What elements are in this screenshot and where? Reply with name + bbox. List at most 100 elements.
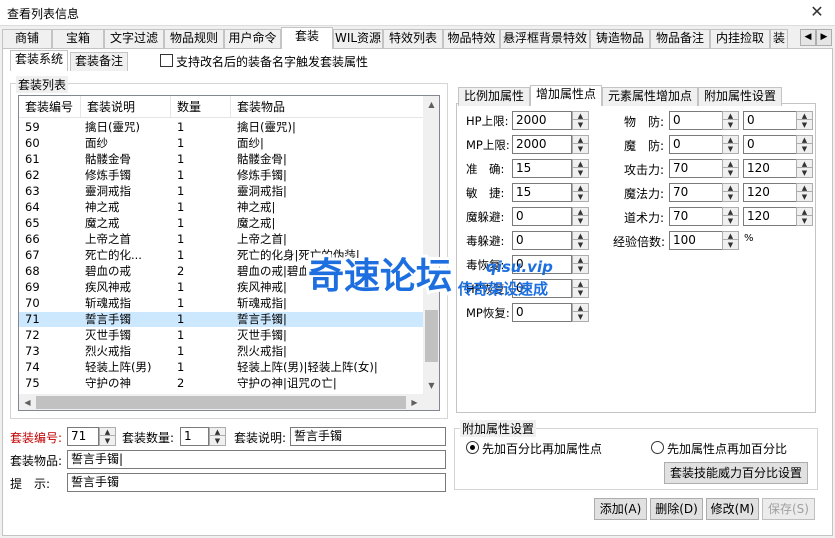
scroll-thumb[interactable] xyxy=(425,310,438,363)
attr-input[interactable]: 2000 xyxy=(512,135,572,154)
table-row[interactable]: 63 靈洞戒指 1 靈洞戒指| xyxy=(19,184,423,199)
tab-scroll-left-icon[interactable]: ◀ xyxy=(800,29,816,46)
spin-down-icon[interactable]: ▼ xyxy=(573,289,588,297)
spin-down-icon[interactable]: ▼ xyxy=(797,121,812,129)
spinner[interactable]: ▲ ▼ xyxy=(572,255,589,274)
spin-up-icon[interactable]: ▲ xyxy=(210,428,225,436)
tab-2[interactable]: 文字过滤 xyxy=(104,29,164,48)
spin-up-icon[interactable]: ▲ xyxy=(573,160,588,168)
attr-min-input[interactable]: 70 xyxy=(669,207,723,226)
column-header-id[interactable]: 套装编号 xyxy=(19,96,81,118)
close-icon[interactable]: ✕ xyxy=(805,1,829,23)
spinner[interactable]: ▲ ▼ xyxy=(722,111,739,130)
spinner[interactable]: ▲ ▼ xyxy=(722,183,739,202)
radio-percent-first[interactable] xyxy=(466,441,479,454)
tab-8[interactable]: 物品特效 xyxy=(443,29,500,48)
table-row[interactable]: 73 烈火戒指 1 烈火戒指| xyxy=(19,344,423,359)
subtab-suit-note[interactable]: 套装备注 xyxy=(70,52,128,71)
spinner[interactable]: ▲ ▼ xyxy=(572,111,589,130)
spinner[interactable]: ▲ ▼ xyxy=(572,183,589,202)
spin-up-icon[interactable]: ▲ xyxy=(573,280,588,288)
table-row[interactable]: 68 碧血の戒 2 碧血の戒|碧血の... xyxy=(19,264,423,279)
spin-down-icon[interactable]: ▼ xyxy=(210,437,225,445)
table-row[interactable]: 69 疾风神戒 1 疾风神戒| xyxy=(19,280,423,295)
spin-up-icon[interactable]: ▲ xyxy=(723,160,738,168)
tab-1[interactable]: 宝箱 xyxy=(52,29,104,48)
spin-up-icon[interactable]: ▲ xyxy=(573,208,588,216)
table-row[interactable]: 65 魔之戒 1 魔之戒| xyxy=(19,216,423,231)
suit-id-input[interactable]: 71 xyxy=(67,427,99,446)
spin-down-icon[interactable]: ▼ xyxy=(723,241,738,249)
table-row[interactable]: 70 斩魂戒指 1 斩魂戒指| xyxy=(19,296,423,311)
spin-down-icon[interactable]: ▼ xyxy=(797,145,812,153)
suit-desc-input[interactable]: 誓言手镯 xyxy=(290,427,446,446)
attr-min-input[interactable]: 70 xyxy=(669,183,723,202)
spin-up-icon[interactable]: ▲ xyxy=(797,112,812,120)
table-row[interactable]: 62 修炼手镯 1 修炼手镯| xyxy=(19,168,423,183)
spin-down-icon[interactable]: ▼ xyxy=(573,265,588,273)
spin-up-icon[interactable]: ▲ xyxy=(797,184,812,192)
spin-up-icon[interactable]: ▲ xyxy=(573,256,588,264)
suit-id-spinner[interactable]: ▲ ▼ xyxy=(99,427,116,446)
table-row[interactable]: 66 上帝之首 1 上帝之首| xyxy=(19,232,423,247)
spin-up-icon[interactable]: ▲ xyxy=(573,304,588,312)
tab-7[interactable]: 特效列表 xyxy=(383,29,443,48)
suit-items-input[interactable]: 誓言手镯| xyxy=(67,450,446,469)
table-row[interactable]: 74 轻装上阵(男) 1 轻装上阵(男)|轻装上阵(女)| xyxy=(19,360,423,375)
spin-up-icon[interactable]: ▲ xyxy=(100,428,115,436)
spin-down-icon[interactable]: ▼ xyxy=(723,145,738,153)
tab-13[interactable]: 装 xyxy=(770,29,788,48)
tab-9[interactable]: 悬浮框背景特效 xyxy=(500,29,590,48)
tab-12[interactable]: 内挂捡取 xyxy=(710,29,770,48)
exp-multiplier-input[interactable]: 100 xyxy=(669,231,723,250)
exp-multiplier-spinner[interactable]: ▲ ▼ xyxy=(722,231,739,250)
scroll-up-icon[interactable]: ▲ xyxy=(423,96,439,113)
spinner[interactable]: ▲ ▼ xyxy=(572,279,589,298)
attr-max-input[interactable]: 120 xyxy=(743,159,797,178)
tab-3[interactable]: 物品规则 xyxy=(164,29,224,48)
column-header-desc[interactable]: 套装说明 xyxy=(81,96,171,118)
attr-min-input[interactable]: 70 xyxy=(669,159,723,178)
attr-min-input[interactable]: 0 xyxy=(669,111,723,130)
suit-count-spinner[interactable]: ▲ ▼ xyxy=(209,427,226,446)
table-row[interactable]: 75 守护の神 2 守护の神|诅咒の亡| xyxy=(19,376,423,391)
spinner[interactable]: ▲ ▼ xyxy=(722,135,739,154)
spin-down-icon[interactable]: ▼ xyxy=(723,217,738,225)
spin-up-icon[interactable]: ▲ xyxy=(797,208,812,216)
spinner[interactable]: ▲ ▼ xyxy=(572,135,589,154)
spinner[interactable]: ▲ ▼ xyxy=(722,207,739,226)
table-row[interactable]: 72 灭世手镯 1 灭世手镯| xyxy=(19,328,423,343)
spin-up-icon[interactable]: ▲ xyxy=(723,112,738,120)
add-button[interactable]: 添加(A) xyxy=(594,498,647,520)
spin-down-icon[interactable]: ▼ xyxy=(573,313,588,321)
scroll-right-icon[interactable]: ▶ xyxy=(406,394,423,410)
attr-max-input[interactable]: 120 xyxy=(743,183,797,202)
spinner[interactable]: ▲ ▼ xyxy=(572,159,589,178)
tab-0[interactable]: 商铺 xyxy=(2,29,52,48)
spin-up-icon[interactable]: ▲ xyxy=(797,160,812,168)
attr-input[interactable]: 15 xyxy=(512,183,572,202)
suit-list[interactable]: 套装编号 套装说明 数量 套装物品 59 擒日(靈咒) 1 擒日(靈咒)| 60 面纱 1 面… xyxy=(18,95,440,411)
attr-max-input[interactable]: 0 xyxy=(743,135,797,154)
scroll-down-icon[interactable]: ▼ xyxy=(423,377,439,394)
save-button[interactable]: 保存(S) xyxy=(762,498,815,520)
spin-up-icon[interactable]: ▲ xyxy=(723,184,738,192)
scroll-left-icon[interactable]: ◀ xyxy=(19,394,36,410)
spin-up-icon[interactable]: ▲ xyxy=(723,232,738,240)
suit-count-input[interactable]: 1 xyxy=(180,427,209,446)
tab-scroll-right-icon[interactable]: ▶ xyxy=(816,29,832,46)
attr-input[interactable]: 0 xyxy=(512,303,572,322)
spin-up-icon[interactable]: ▲ xyxy=(723,136,738,144)
spinner[interactable]: ▲ ▼ xyxy=(796,159,813,178)
table-row[interactable]: 60 面纱 1 面纱| xyxy=(19,136,423,151)
attr-input[interactable]: 0 xyxy=(512,231,572,250)
attr-min-input[interactable]: 0 xyxy=(669,135,723,154)
column-header-items[interactable]: 套装物品 xyxy=(231,96,424,118)
table-row[interactable]: 67 死亡的化... 1 死亡的化身|死亡的伪装| xyxy=(19,248,423,263)
attr-tab-0[interactable]: 比例加属性 xyxy=(458,87,530,106)
tab-10[interactable]: 铸造物品 xyxy=(590,29,650,48)
attr-max-input[interactable]: 120 xyxy=(743,207,797,226)
attr-input[interactable]: 0 xyxy=(512,255,572,274)
spin-down-icon[interactable]: ▼ xyxy=(723,193,738,201)
list-vertical-scrollbar[interactable]: ▲ ▼ xyxy=(423,96,439,394)
